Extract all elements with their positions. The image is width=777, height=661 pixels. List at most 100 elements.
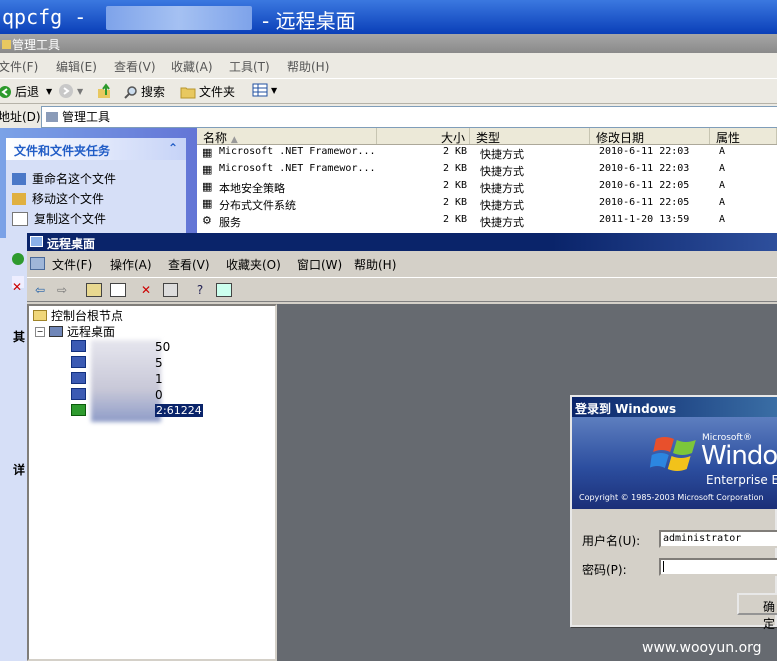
mmc-menu-favorites[interactable]: 收藏夹(O)	[226, 256, 281, 273]
file-row[interactable]: ▦ 分布式文件系统 2 KB 快捷方式 2010-6-11 22:05 A	[197, 195, 777, 212]
server-label: 50	[155, 340, 171, 354]
file-name: 服务	[219, 216, 241, 229]
tree-server-selected[interactable]	[71, 404, 86, 416]
menu-edit[interactable]: 编辑(E)	[56, 58, 97, 75]
mmc-title-bar[interactable]: 远程桌面	[27, 233, 777, 251]
move-icon	[12, 192, 26, 205]
views-button[interactable]: ▼	[252, 83, 277, 97]
delete-icon[interactable]: ✕	[137, 281, 155, 299]
col-date[interactable]: 修改日期	[590, 128, 710, 145]
details-header: 详	[13, 463, 26, 477]
login-dialog: 登录到 Windows Microsoft® Window Enterprise…	[570, 395, 777, 631]
task-move-label: 移动这个文件	[32, 192, 105, 206]
up-folder-icon	[98, 83, 110, 98]
file-type: 快捷方式	[480, 148, 524, 161]
file-tasks-header[interactable]: 文件和文件夹任务 ⌃	[6, 138, 186, 160]
password-field[interactable]	[659, 558, 777, 576]
file-row[interactable]: ⚙ 服务 2 KB 快捷方式 2011-1-20 13:59 A	[197, 212, 777, 229]
up-level-icon[interactable]	[85, 281, 103, 299]
outer-title-bar[interactable]: qpcfg - - 远程桌面	[0, 0, 777, 34]
chevron-down-icon: ▼	[271, 85, 278, 95]
tree-server[interactable]	[71, 388, 86, 400]
file-list: 名称 ▲ 大小 类型 修改日期 属性 ▦ Microsoft .NET Fram…	[197, 128, 777, 238]
menu-help[interactable]: 帮助(H)	[287, 58, 329, 75]
mmc-menu-view[interactable]: 查看(V)	[168, 256, 210, 273]
menu-favorites[interactable]: 收藏(A)	[171, 58, 213, 75]
folder-icon	[2, 40, 11, 49]
file-attr: A	[719, 146, 726, 157]
task-rename[interactable]: 重命名这个文件	[12, 170, 116, 187]
file-date: 2010-6-11 22:03	[599, 146, 690, 157]
mmc-menu-action[interactable]: 操作(A)	[110, 256, 152, 273]
search-label: 搜索	[141, 85, 166, 99]
rename-icon	[12, 172, 26, 185]
col-name[interactable]: 名称 ▲	[197, 128, 377, 145]
file-type: 快捷方式	[480, 216, 524, 229]
mmc-menu-help[interactable]: 帮助(H)	[354, 256, 396, 273]
explorer-toolbar: 后退 ▼ ▼ 搜索 文件夹 ▼	[0, 78, 777, 104]
properties-icon[interactable]	[161, 281, 179, 299]
col-size[interactable]: 大小	[377, 128, 470, 145]
mmc-menu-file[interactable]: 文件(F)	[52, 256, 92, 273]
file-row[interactable]: ▦ 本地安全策略 2 KB 快捷方式 2010-6-11 22:05 A	[197, 178, 777, 195]
show-tree-icon[interactable]	[109, 281, 127, 299]
login-title-bar[interactable]: 登录到 Windows	[572, 397, 777, 417]
ok-button[interactable]: 确定	[737, 593, 777, 631]
menu-view[interactable]: 查看(V)	[114, 58, 156, 75]
forward-button[interactable]: ▼	[58, 83, 83, 99]
menu-file[interactable]: 文件(F)	[0, 58, 38, 75]
col-type[interactable]: 类型	[470, 128, 590, 145]
shortcut-icon: ▦	[202, 163, 213, 176]
tree-server[interactable]	[71, 340, 86, 352]
help-icon[interactable]: ?	[191, 281, 209, 299]
file-row[interactable]: ▦ Microsoft .NET Framewor... 2 KB 快捷方式 2…	[197, 161, 777, 178]
folders-button[interactable]: 文件夹	[180, 83, 235, 100]
col-attr[interactable]: 属性	[710, 128, 777, 145]
file-size: 2 KB	[443, 146, 468, 157]
forward-arrow-icon	[59, 84, 73, 98]
explorer-menu-bar: 文件(F) 编辑(E) 查看(V) 收藏(A) 工具(T) 帮助(H)	[0, 53, 777, 78]
outer-title-app: - 远程桌面	[262, 9, 356, 33]
server-label-selected: 2:61224	[155, 404, 203, 417]
text-cursor	[663, 561, 664, 572]
collapse-toggle-icon: −	[35, 326, 45, 337]
mmc-menu-window[interactable]: 窗口(W)	[297, 256, 342, 273]
tree-server[interactable]	[71, 356, 86, 368]
address-input[interactable]: 管理工具	[41, 106, 777, 128]
file-attr: A	[719, 214, 726, 225]
mmc-title: 远程桌面	[47, 237, 96, 251]
task-pane: 文件和文件夹任务 ⌃ 重命名这个文件 移动这个文件 复制这个文件	[0, 128, 197, 238]
show-hide-icon[interactable]	[215, 281, 233, 299]
search-button[interactable]: 搜索	[124, 83, 165, 100]
address-bar: 地址(D) 管理工具	[0, 104, 777, 128]
file-name: 分布式文件系统	[219, 199, 296, 212]
gear-icon: ⚙	[202, 214, 212, 227]
search-icon	[124, 85, 137, 99]
task-move[interactable]: 移动这个文件	[12, 190, 104, 207]
views-icon	[252, 83, 268, 97]
back-arrow-icon[interactable]: ⇦	[31, 281, 49, 299]
server-label: 5	[155, 356, 163, 370]
tree-root[interactable]: 控制台根节点	[33, 307, 123, 324]
username-field[interactable]: administrator	[659, 530, 777, 548]
forward-arrow-icon[interactable]: ⇨	[53, 281, 71, 299]
server-label: 1	[155, 372, 163, 386]
login-title: 登录到 Windows	[575, 402, 677, 416]
explorer-title-bar[interactable]: 管理工具	[0, 34, 777, 53]
file-name: Microsoft .NET Framewor...	[219, 163, 376, 174]
back-button[interactable]: 后退 ▼	[0, 83, 52, 100]
server-label: 0	[155, 388, 163, 402]
file-name: Microsoft .NET Framewor...	[219, 146, 376, 157]
shortcut-icon: ▦	[202, 146, 213, 159]
explorer-title: 管理工具	[12, 38, 61, 52]
file-date: 2010-6-11 22:05	[599, 197, 690, 208]
file-row[interactable]: ▦ Microsoft .NET Framewor... 2 KB 快捷方式 2…	[197, 144, 777, 161]
tree-server[interactable]	[71, 372, 86, 384]
mmc-menu-bar: 文件(F) 操作(A) 查看(V) 收藏夹(O) 窗口(W) 帮助(H)	[27, 251, 777, 277]
back-arrow-icon	[0, 85, 11, 98]
file-tasks-title: 文件和文件夹任务	[14, 144, 111, 158]
tree-remote-desktops[interactable]: − 远程桌面	[35, 323, 115, 340]
up-folder-button[interactable]	[96, 83, 112, 99]
menu-tools[interactable]: 工具(T)	[229, 58, 270, 75]
task-copy[interactable]: 复制这个文件	[12, 210, 106, 227]
